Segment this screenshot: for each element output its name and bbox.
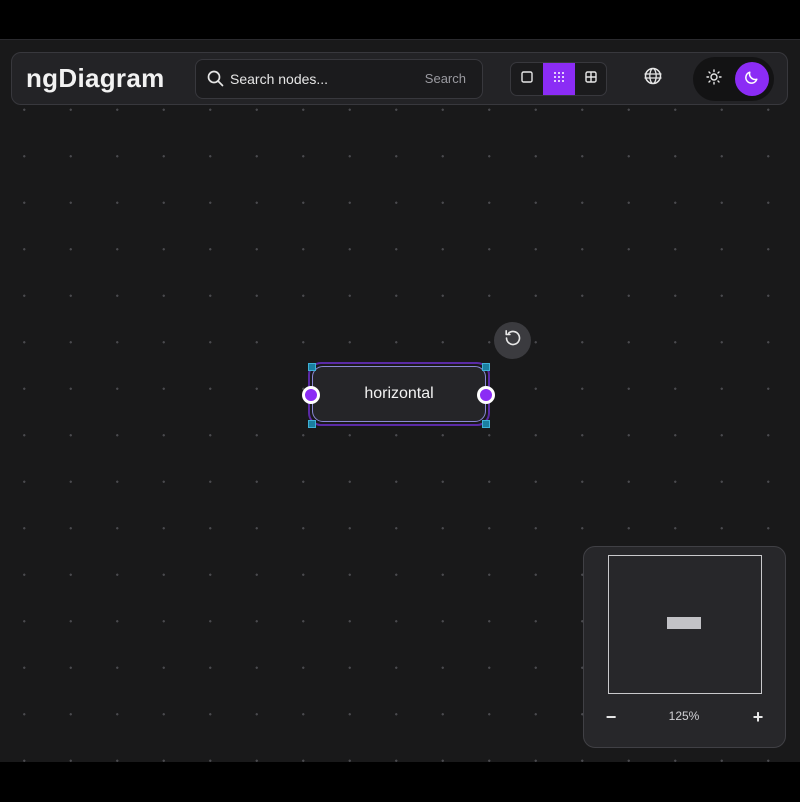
search-button[interactable]: Search xyxy=(425,71,466,86)
dots-background-button[interactable] xyxy=(543,63,575,95)
toolbar: ngDiagram Search xyxy=(11,52,788,105)
light-theme-button[interactable] xyxy=(697,62,731,96)
search-box: Search xyxy=(195,59,483,99)
grid-background-icon xyxy=(585,70,597,88)
zoom-level: 125% xyxy=(668,709,700,723)
dots-background-icon xyxy=(553,70,565,88)
plain-background-button[interactable] xyxy=(511,63,543,95)
globe-icon xyxy=(643,66,663,91)
port-right[interactable] xyxy=(477,386,495,404)
minimap-node xyxy=(667,617,701,629)
resize-handle-top-right[interactable] xyxy=(482,363,490,371)
theme-toggle xyxy=(693,57,774,101)
search-icon xyxy=(207,70,224,92)
port-left[interactable] xyxy=(302,386,320,404)
search-input[interactable] xyxy=(230,68,410,90)
node-label: horizontal xyxy=(364,385,434,402)
minimap-viewport[interactable] xyxy=(608,555,762,694)
background-toggle xyxy=(510,62,607,96)
zoom-out-button[interactable]: − xyxy=(601,707,621,727)
moon-icon xyxy=(744,69,760,90)
plain-background-icon xyxy=(521,70,533,88)
language-button[interactable] xyxy=(638,63,668,93)
resize-handle-top-left[interactable] xyxy=(308,363,316,371)
minimap: − 125% + xyxy=(583,546,786,748)
diagram-canvas[interactable]: ngDiagram Search nodes... Search horizon… xyxy=(0,39,800,762)
resize-handle-bottom-left[interactable] xyxy=(308,420,316,428)
dark-theme-button[interactable] xyxy=(735,62,769,96)
zoom-in-button[interactable]: + xyxy=(748,707,768,727)
resize-handle-bottom-right[interactable] xyxy=(482,420,490,428)
rotate-icon xyxy=(503,328,523,353)
diagram-node[interactable]: horizontal xyxy=(312,366,486,422)
sun-icon xyxy=(706,68,722,90)
app-logo: ngDiagram xyxy=(26,63,165,93)
grid-background-button[interactable] xyxy=(575,63,606,95)
rotate-node-button[interactable] xyxy=(494,322,531,359)
